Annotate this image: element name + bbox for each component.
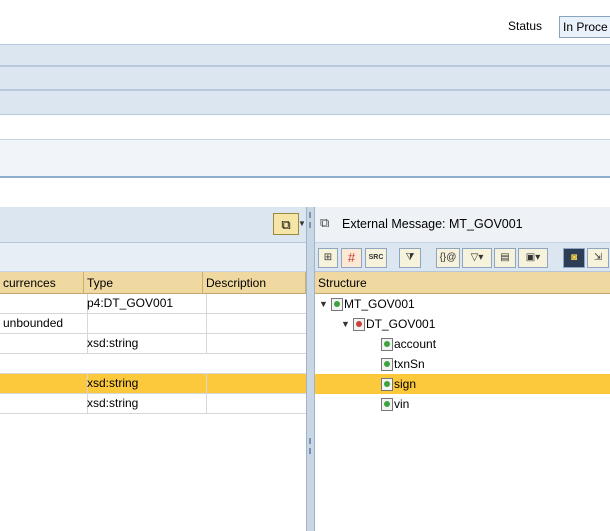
tree-view-icon[interactable]: ⊞: [318, 248, 338, 268]
splitter-grip-icon: [309, 212, 311, 218]
table-row[interactable]: [0, 354, 306, 374]
tree-node-label: vin: [394, 396, 410, 411]
type-cell: xsd:string: [84, 334, 207, 354]
element-icon: [381, 377, 393, 391]
splitter-grip-icon: [309, 438, 311, 444]
structure-column-header[interactable]: Structure: [315, 272, 610, 294]
occurrences-cell: [0, 374, 88, 394]
element-icon: [381, 337, 393, 351]
properties-icon[interactable]: ▤: [494, 248, 516, 268]
message-icon: ⧉: [320, 215, 330, 230]
splitter-grip-icon: [309, 448, 311, 454]
input-band: [0, 115, 610, 140]
layout-toggle-button[interactable]: ⧉: [273, 213, 299, 235]
tree-node[interactable]: account: [315, 334, 610, 354]
table-row[interactable]: xsd:string: [0, 374, 310, 394]
tree-node-label: sign: [394, 376, 417, 391]
description-cell: [203, 394, 310, 414]
source-view-icon[interactable]: SRC: [365, 248, 387, 268]
left-pane-toolbar: [0, 207, 306, 243]
status-label: Status: [508, 19, 543, 33]
export-icon[interactable]: ▣▾: [518, 248, 548, 268]
pane-splitter[interactable]: [306, 207, 315, 531]
layout-dropdown-icon[interactable]: ▼: [298, 213, 306, 235]
tree-node-selected[interactable]: sign: [315, 374, 610, 394]
table-row[interactable]: p4:DT_GOV001: [0, 294, 310, 314]
detail-band: [0, 140, 610, 178]
tab-strip-2: [0, 66, 610, 90]
tree-node[interactable]: vin: [315, 394, 610, 414]
find-icon[interactable]: ▽▾: [462, 248, 492, 268]
window-layout-icon: ⧉: [281, 216, 291, 232]
occurrences-cell: [0, 394, 88, 414]
tree-node[interactable]: ▼ DT_GOV001: [315, 314, 610, 334]
col-header-description[interactable]: Description: [203, 272, 306, 294]
table-row[interactable]: xsd:string: [0, 394, 310, 414]
collapse-icon[interactable]: ▼: [319, 295, 331, 314]
type-cell: [84, 314, 207, 334]
tree-node-label: account: [394, 336, 437, 351]
col-header-type[interactable]: Type: [84, 272, 203, 294]
description-cell: [203, 314, 310, 334]
message-type-icon: [331, 297, 343, 311]
tree-node[interactable]: txnSn: [315, 354, 610, 374]
element-icon: [381, 357, 393, 371]
type-cell: xsd:string: [84, 394, 207, 414]
where-used-icon[interactable]: {}@: [436, 248, 460, 268]
type-cell: xsd:string: [84, 374, 207, 394]
table-row[interactable]: xsd:string: [0, 334, 310, 354]
col-header-occurrences[interactable]: currences: [0, 272, 84, 294]
tree-node-label: txnSn: [394, 356, 425, 371]
filter-icon[interactable]: ⧩: [399, 248, 421, 268]
tree-node[interactable]: ▼ MT_GOV001: [315, 294, 610, 314]
collapse-icon[interactable]: ▼: [341, 315, 353, 334]
occurrences-cell: unbounded: [0, 314, 88, 334]
tree-node-label: DT_GOV001: [366, 316, 436, 331]
description-cell: [203, 374, 310, 394]
splitter-grip-icon: [309, 222, 311, 228]
tab-strip-1: [0, 44, 610, 66]
occurrences-cell: [0, 334, 88, 354]
description-cell: [203, 334, 310, 354]
table-row[interactable]: unbounded: [0, 314, 310, 334]
grid-view-icon[interactable]: #: [341, 248, 362, 268]
description-cell: [203, 294, 310, 314]
binoculars-icon[interactable]: ◙: [563, 248, 585, 268]
element-icon: [381, 397, 393, 411]
left-pane-subbar: [0, 243, 306, 272]
status-field[interactable]: In Proce: [559, 16, 610, 38]
tree-node-label: MT_GOV001: [344, 296, 415, 311]
tab-strip-3: [0, 90, 610, 115]
type-cell: p4:DT_GOV001: [84, 294, 207, 314]
spacer-band: [0, 180, 610, 207]
left-table-empty-area: [0, 414, 306, 531]
occurrences-cell: [0, 294, 88, 314]
find-next-icon[interactable]: ⇲: [587, 248, 609, 268]
complex-type-icon: [353, 317, 365, 331]
external-message-title: External Message: MT_GOV001: [342, 217, 523, 231]
